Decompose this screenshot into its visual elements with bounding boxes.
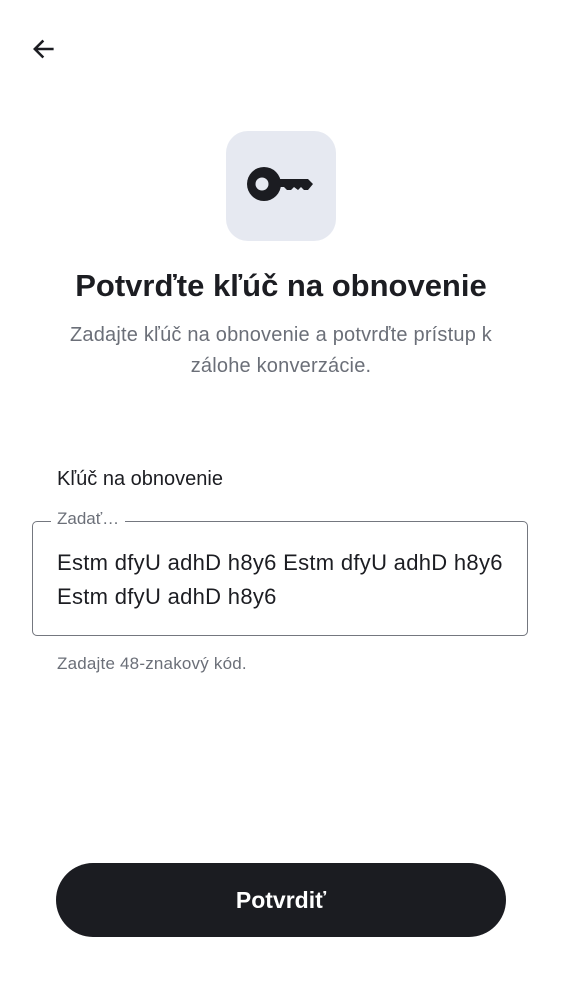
- page-subtitle: Zadajte kľúč na obnovenie a potvrďte prí…: [69, 324, 492, 377]
- recovery-key-label: Kľúč na obnovenie: [57, 468, 223, 490]
- key-icon-tile: [226, 131, 336, 241]
- confirm-button[interactable]: Potvrdiť: [56, 863, 506, 937]
- page-title: Potvrďte kľúč na obnovenie: [75, 268, 487, 303]
- back-button[interactable]: [22, 30, 64, 72]
- recovery-key-input[interactable]: Estm dfyU adhD h8y6 Estm dfyU adhD h8y6 …: [57, 546, 507, 614]
- recovery-key-helper-text: Zadajte 48-znakový kód.: [57, 654, 247, 673]
- arrow-left-icon: [29, 35, 57, 68]
- recovery-key-placeholder: Zadať…: [51, 509, 126, 529]
- key-icon: [246, 164, 316, 209]
